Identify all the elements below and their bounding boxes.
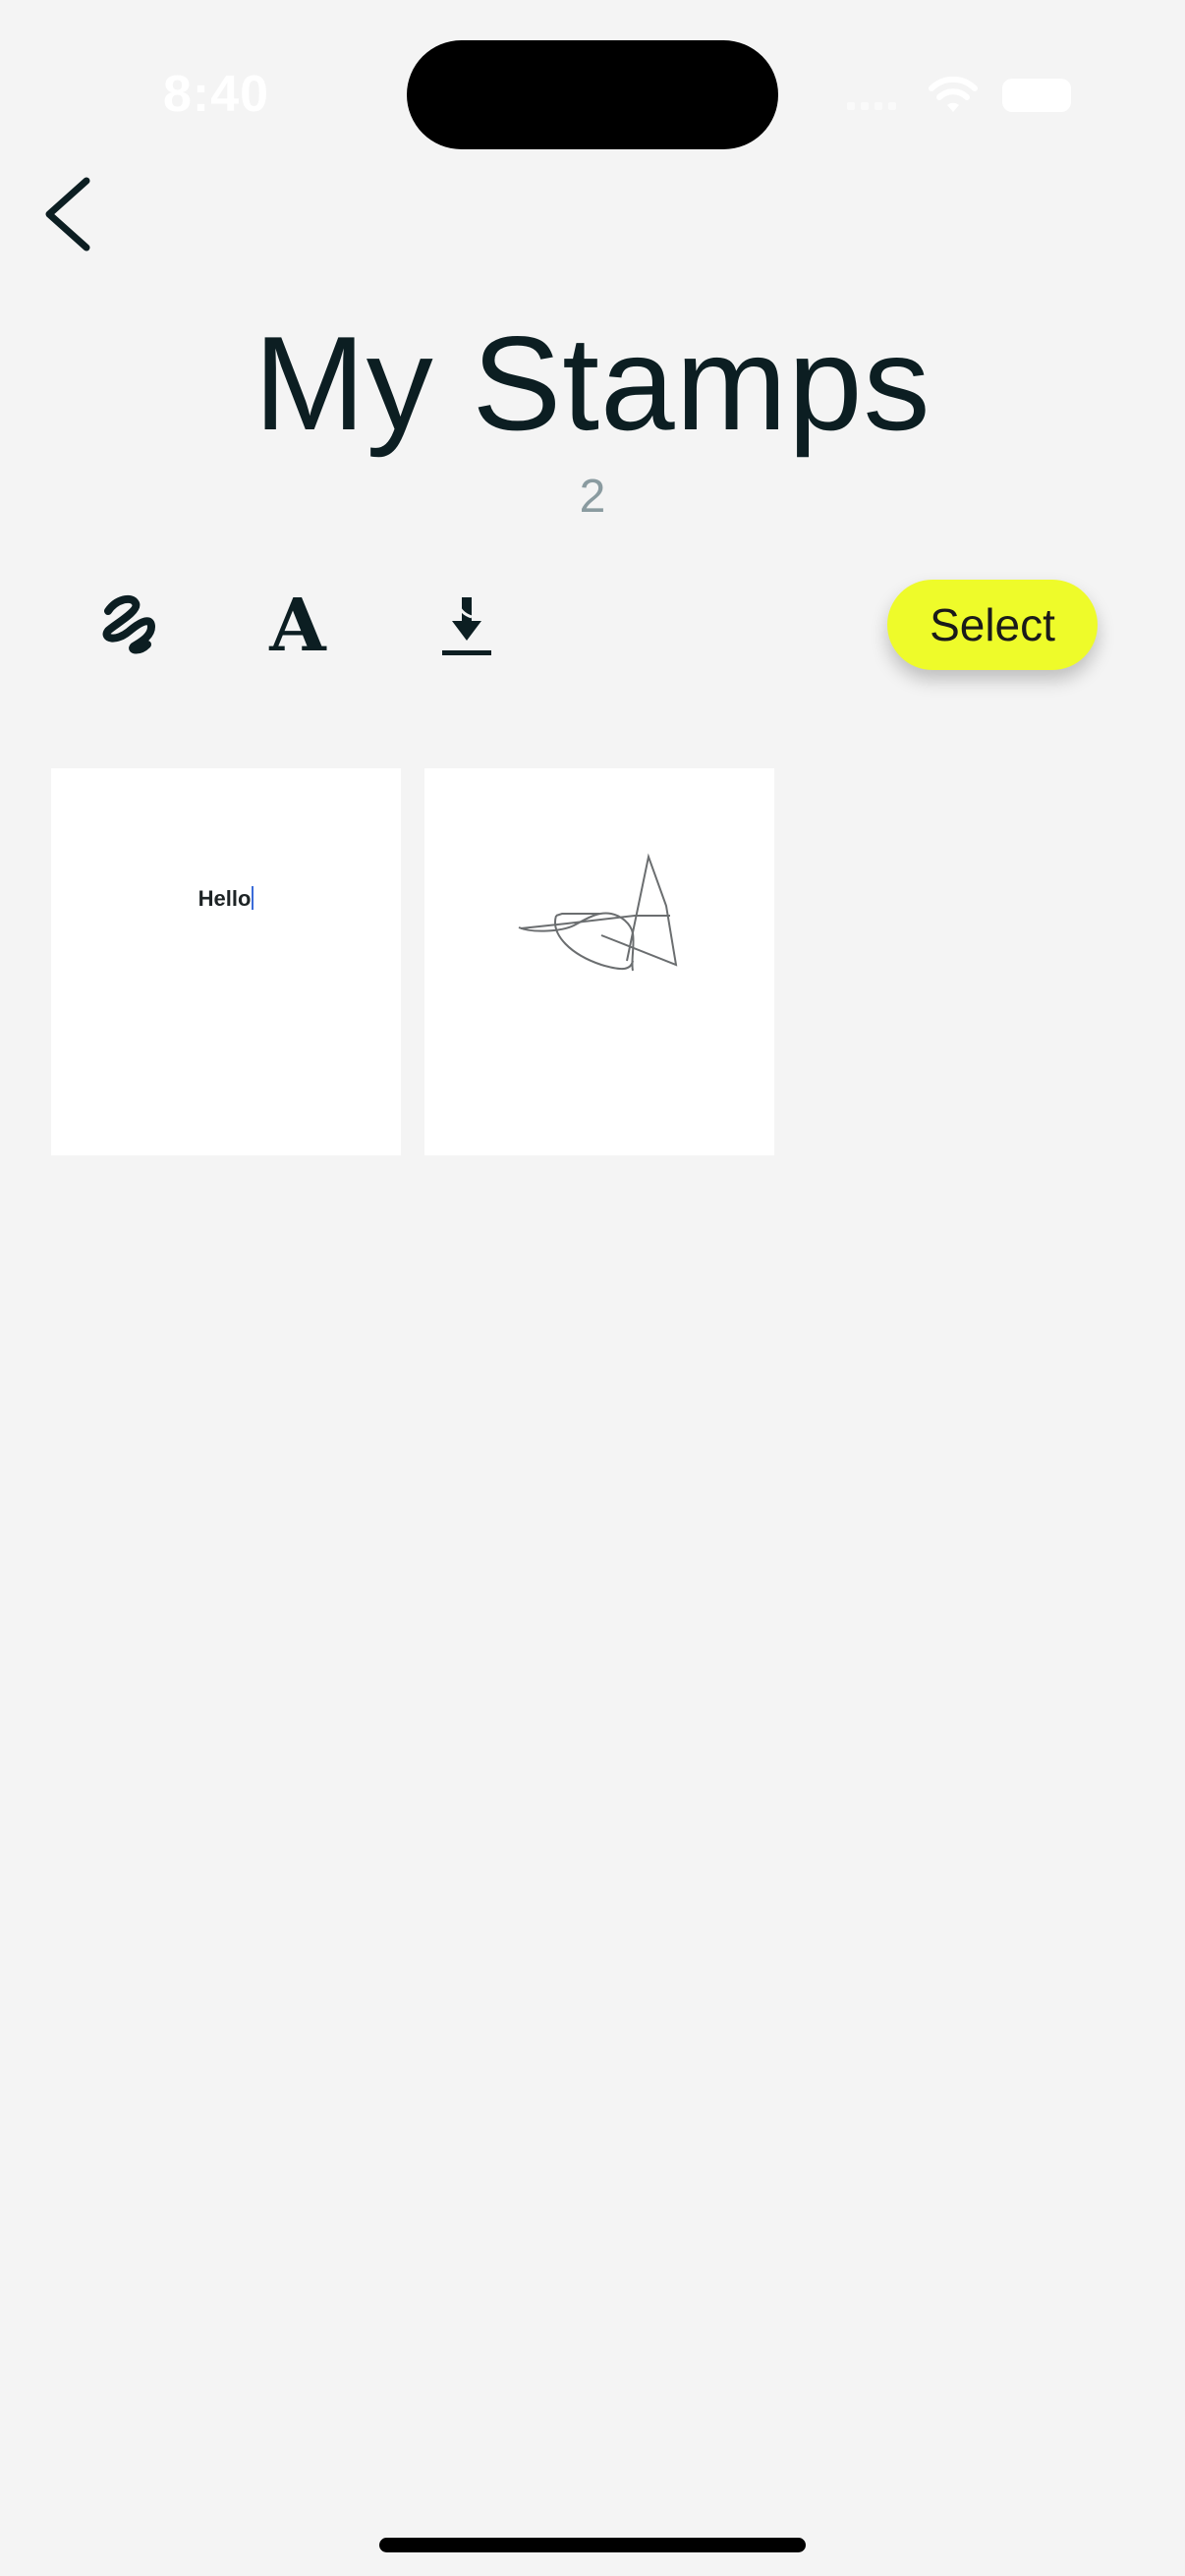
stamp-text-value: Hello	[198, 886, 252, 911]
back-button[interactable]	[37, 173, 100, 255]
stamp-count: 2	[579, 471, 606, 523]
download-icon	[442, 597, 491, 655]
stamp-preview-text: Hello	[51, 886, 401, 912]
cellular-signal-icon	[847, 100, 906, 110]
dynamic-island	[407, 40, 778, 149]
signature-drawing	[518, 853, 678, 972]
stamp-card-signature[interactable]	[424, 768, 774, 1155]
status-time: 8:40	[163, 66, 270, 123]
text-caret	[252, 886, 254, 910]
import-stamp-button[interactable]	[423, 582, 511, 670]
draw-signature-button[interactable]	[86, 582, 175, 670]
text-letter-icon: A	[269, 584, 326, 668]
page-title: My Stamps	[254, 308, 931, 458]
signature-scribble-icon	[102, 594, 155, 654]
home-indicator	[379, 2538, 806, 2552]
stamp-card-text[interactable]: Hello	[51, 768, 401, 1155]
select-button[interactable]: Select	[887, 580, 1098, 670]
battery-icon	[1002, 79, 1071, 112]
wifi-icon	[929, 76, 978, 112]
status-bar: 8:40	[0, 0, 1185, 149]
text-stamp-button[interactable]: A	[254, 582, 342, 670]
